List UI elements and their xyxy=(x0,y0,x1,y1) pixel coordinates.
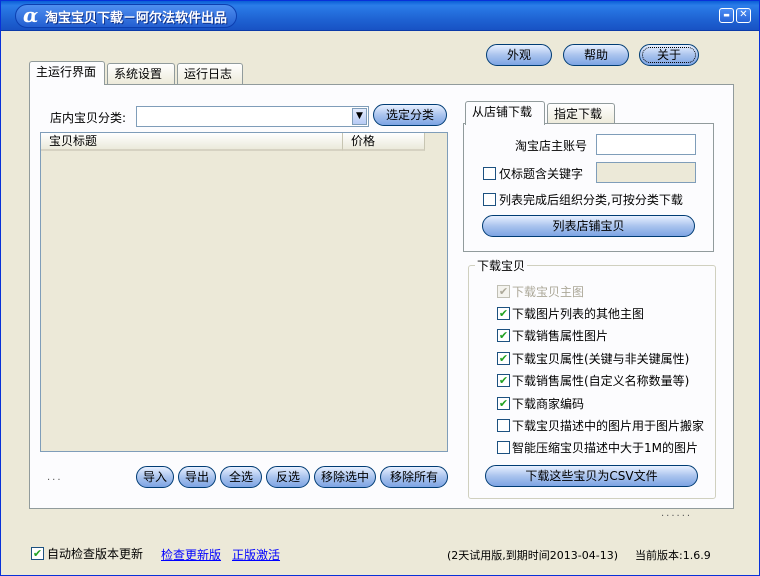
activate-link[interactable]: 正版激活 xyxy=(232,546,280,563)
export-button-label: 导出 xyxy=(184,470,209,484)
organize-category-checkbox[interactable] xyxy=(483,193,496,206)
tab-main[interactable]: 主运行界面 xyxy=(29,61,105,85)
about-button-label: 关于 xyxy=(656,48,681,62)
download-csv-button-label: 下载这些宝贝为CSV文件 xyxy=(525,469,658,483)
tab-specified-download[interactable]: 指定下载 xyxy=(547,103,615,125)
minimize-icon: ▬ xyxy=(723,11,730,19)
version-text: 当前版本:1.6.9 xyxy=(635,549,711,562)
remove-selected-button[interactable]: 移除选中 xyxy=(314,466,376,488)
invert-selection-button[interactable]: 反选 xyxy=(266,466,310,488)
category-label: 店内宝贝分类: xyxy=(50,111,127,125)
keyword-only-checkbox[interactable] xyxy=(483,167,496,180)
select-all-button[interactable]: 全选 xyxy=(220,466,262,488)
option-checkbox-item-attrs[interactable]: ✔ xyxy=(497,352,510,365)
help-button[interactable]: 帮助 xyxy=(563,44,629,66)
tab-settings-label: 系统设置 xyxy=(114,67,163,81)
list-status-dots: ... xyxy=(47,472,63,483)
column-header-title-label: 宝贝标题 xyxy=(49,134,98,148)
option-label-main-image: 下载宝贝主图 xyxy=(512,285,585,299)
option-label-sale-attr-images: 下载销售属性图片 xyxy=(512,329,609,343)
select-category-button[interactable]: 选定分类 xyxy=(373,104,447,126)
list-shop-items-button[interactable]: 列表店铺宝贝 xyxy=(482,215,695,237)
chevron-down-icon: ▼ xyxy=(356,111,363,121)
checkmark-icon: ✔ xyxy=(32,547,43,560)
title-bar[interactable]: α 淘宝宝贝下载－阿尔法软件出品 ▬ ✕ xyxy=(1,1,759,31)
column-header-title[interactable]: 宝贝标题 xyxy=(41,133,343,151)
help-button-label: 帮助 xyxy=(583,48,608,62)
select-category-button-label: 选定分类 xyxy=(385,108,434,122)
column-header-price[interactable]: 价格 xyxy=(343,133,425,151)
option-checkbox-merchant-code[interactable]: ✔ xyxy=(497,397,510,410)
invert-selection-button-label: 反选 xyxy=(275,470,300,484)
about-button[interactable]: 关于 xyxy=(639,44,699,66)
window-title: 淘宝宝贝下载－阿尔法软件出品 xyxy=(45,11,228,26)
option-label-desc-images: 下载宝贝描述中的图片用于图片搬家 xyxy=(512,419,705,433)
checkmark-icon: ✔ xyxy=(498,285,509,298)
checkmark-icon: ✔ xyxy=(498,352,509,365)
checkmark-icon: ✔ xyxy=(498,307,509,320)
tab-settings[interactable]: 系统设置 xyxy=(107,63,175,85)
close-button[interactable]: ✕ xyxy=(736,8,751,23)
minimize-button[interactable]: ▬ xyxy=(719,8,734,23)
checkmark-icon: ✔ xyxy=(498,329,509,342)
remove-all-button[interactable]: 移除所有 xyxy=(380,466,448,488)
combo-dropdown-button[interactable]: ▼ xyxy=(352,108,367,125)
list-shop-items-button-label: 列表店铺宝贝 xyxy=(552,219,625,233)
option-label-item-attrs: 下载宝贝属性(关键与非关键属性) xyxy=(512,352,690,366)
option-label-compress-images: 智能压缩宝贝描述中大于1M的图片 xyxy=(512,441,698,455)
tab-from-shop[interactable]: 从店铺下载 xyxy=(465,101,545,125)
auto-update-label: 自动检查版本更新 xyxy=(47,547,144,561)
column-header-price-label: 价格 xyxy=(351,134,376,148)
import-button-label: 导入 xyxy=(142,470,167,484)
checkmark-icon: ✔ xyxy=(498,374,509,387)
import-button[interactable]: 导入 xyxy=(136,466,174,488)
select-all-button-label: 全选 xyxy=(228,470,253,484)
category-combobox[interactable]: ▼ xyxy=(136,106,369,127)
remove-selected-button-label: 移除选中 xyxy=(320,470,369,484)
appearance-button-label: 外观 xyxy=(506,48,531,62)
tab-specified-download-label: 指定下载 xyxy=(554,107,603,121)
auto-update-checkbox[interactable]: ✔ xyxy=(31,547,44,560)
product-listview[interactable]: 宝贝标题 价格 xyxy=(40,132,448,452)
tab-from-shop-label: 从店铺下载 xyxy=(472,105,533,119)
tab-main-label: 主运行界面 xyxy=(36,65,97,79)
check-update-link[interactable]: 检查更新版 xyxy=(161,546,221,563)
tab-log[interactable]: 运行日志 xyxy=(177,63,243,85)
option-label-other-main-images: 下载图片列表的其他主图 xyxy=(512,307,645,321)
option-checkbox-other-main-images[interactable]: ✔ xyxy=(497,307,510,320)
trial-status-text: (2天试用版,到期时间2013-04-13) xyxy=(447,549,619,562)
option-checkbox-sale-attr-images[interactable]: ✔ xyxy=(497,329,510,342)
appearance-button[interactable]: 外观 xyxy=(486,44,552,66)
option-checkbox-main-image[interactable]: ✔ xyxy=(497,285,510,298)
download-csv-button[interactable]: 下载这些宝贝为CSV文件 xyxy=(485,465,698,487)
option-checkbox-compress-images[interactable] xyxy=(497,441,510,454)
tab-log-label: 运行日志 xyxy=(184,67,233,81)
shop-owner-input[interactable] xyxy=(596,134,696,155)
organize-category-label: 列表完成后组织分类,可按分类下载 xyxy=(499,193,683,207)
checkmark-icon: ✔ xyxy=(498,397,509,410)
option-checkbox-sale-attrs[interactable]: ✔ xyxy=(497,374,510,387)
option-checkbox-desc-images[interactable] xyxy=(497,419,510,432)
shop-owner-label: 淘宝店主账号 xyxy=(515,139,588,153)
progress-dots: ...... xyxy=(661,508,693,519)
keyword-only-label: 仅标题含关键字 xyxy=(499,167,584,181)
option-label-sale-attrs: 下载销售属性(自定义名称数量等) xyxy=(512,374,690,388)
download-group-title: 下载宝贝 xyxy=(475,257,528,274)
remove-all-button-label: 移除所有 xyxy=(389,470,438,484)
keyword-input[interactable] xyxy=(596,162,696,183)
close-icon: ✕ xyxy=(739,9,748,20)
main-window: α 淘宝宝贝下载－阿尔法软件出品 ▬ ✕ 外观 帮助 关于 主运行界面 系统设置… xyxy=(0,0,760,576)
export-button[interactable]: 导出 xyxy=(178,466,216,488)
option-label-merchant-code: 下载商家编码 xyxy=(512,397,585,411)
alpha-logo-icon: α xyxy=(23,3,39,27)
